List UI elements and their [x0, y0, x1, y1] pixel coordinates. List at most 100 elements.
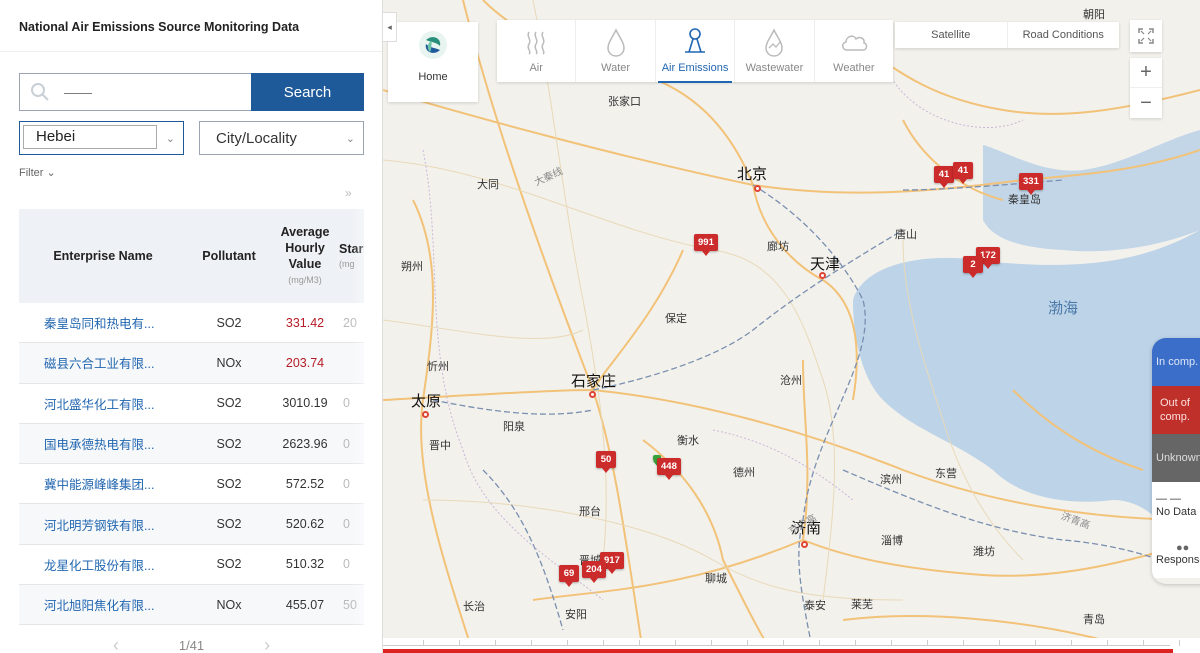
header-average-hourly-value[interactable]: Average Hourly Value (mg/M3) — [271, 224, 339, 288]
next-page-button[interactable]: › — [264, 635, 270, 653]
search-button[interactable]: Search — [251, 73, 364, 111]
enterprise-name-link[interactable]: 国电承德热电有限... — [19, 434, 187, 453]
table-row[interactable]: 磁县六合工业有限... NOx 203.74 — [19, 343, 364, 384]
timeline-tick — [567, 640, 568, 646]
timeline-tick — [423, 640, 424, 646]
compliance-legend: In comp. Out of comp. Unknown — — No Dat… — [1152, 338, 1200, 584]
search-input[interactable] — [64, 84, 234, 100]
enterprise-name-link[interactable]: 河北明芳钢铁有限... — [19, 515, 187, 534]
standard-cell: 0 — [343, 476, 350, 491]
table-row[interactable]: 河北旭阳焦化有限... NOx 455.07 50 — [19, 585, 364, 626]
map-city-label: 保定 — [665, 313, 687, 325]
emission-marker[interactable]: 448 — [657, 458, 681, 480]
map-city-label: 大同 — [477, 179, 499, 191]
table-row[interactable]: 龙星化工股份有限... SO2 510.32 0 — [19, 545, 364, 586]
emission-marker[interactable]: 991 — [694, 234, 718, 256]
timeline-tick — [639, 640, 640, 646]
table-row[interactable]: 河北盛华化工有限... SO2 3010.19 0 — [19, 384, 364, 424]
satellite-button[interactable]: Satellite — [895, 22, 1008, 48]
pollutant-cell: SO2 — [216, 517, 242, 532]
search-field[interactable] — [19, 73, 251, 111]
table-row[interactable]: 秦皇岛同和热电有... SO2 331.42 20 — [19, 303, 364, 344]
tab-weather-label: Weather — [833, 62, 875, 74]
timeline-bar[interactable] — [383, 638, 1200, 653]
enterprise-name-link[interactable]: 秦皇岛同和热电有... — [19, 313, 187, 332]
timeline-progress — [383, 649, 1173, 653]
timeline-tick — [1179, 640, 1180, 646]
header-avg-line3: Value — [288, 257, 322, 271]
zoom-out-button[interactable]: − — [1130, 88, 1162, 118]
chevron-down-icon: ⌄ — [46, 167, 56, 179]
pollutant-cell: SO2 — [216, 315, 242, 330]
emission-marker[interactable]: 69 — [559, 565, 579, 587]
air-icon — [527, 31, 545, 55]
legend-no-data[interactable]: — — No Data — [1152, 482, 1200, 530]
map-city-label: 张家口 — [608, 96, 641, 108]
header-avg-line1: Average — [280, 225, 330, 239]
legend-unknown[interactable]: Unknown — [1152, 434, 1200, 482]
timeline-tick — [783, 640, 784, 646]
legend-in-compliance[interactable]: In comp. — [1152, 338, 1200, 386]
tab-air-emissions[interactable]: Air Emissions — [656, 20, 736, 83]
table-row[interactable]: 国电承德热电有限... SO2 2623.96 0 — [19, 423, 364, 465]
filter-toggle[interactable]: Filter ⌄ — [19, 166, 56, 179]
tab-air[interactable]: Air — [497, 20, 577, 82]
table-row[interactable]: 冀中能源峰峰集团... SO2 572.52 0 — [19, 464, 364, 505]
province-select[interactable]: Hebei ⌄ — [19, 121, 184, 155]
home-button[interactable]: Home — [388, 22, 478, 102]
map-city-label: 泰安 — [804, 600, 826, 612]
map-city-label: 阳泉 — [503, 421, 525, 433]
collapse-panel-button[interactable]: ◂ — [383, 12, 397, 42]
road-conditions-button[interactable]: Road Conditions — [1008, 22, 1120, 48]
legend-out-of-compliance[interactable]: Out of comp. — [1152, 386, 1200, 434]
header-pollutant[interactable]: Pollutant — [187, 249, 271, 263]
response-button[interactable]: ●● Response — [1152, 530, 1200, 578]
tab-water[interactable]: Water — [576, 20, 656, 82]
standard-cell: 20 — [343, 315, 357, 330]
map-background — [383, 0, 1200, 653]
enterprise-name-link[interactable]: 龙星化工股份有限... — [19, 555, 187, 574]
header-standard[interactable]: Star (mg — [339, 242, 364, 270]
scroll-columns-button[interactable]: » — [345, 186, 352, 200]
enterprise-name-link[interactable]: 冀中能源峰峰集团... — [19, 474, 187, 493]
city-select[interactable]: City/Locality ⌄ — [199, 121, 364, 155]
city-marker-dot — [819, 272, 826, 279]
map-city-label: 东营 — [935, 468, 957, 480]
emission-marker[interactable]: 50 — [596, 451, 616, 473]
emission-marker[interactable]: 2 — [963, 256, 983, 278]
enterprise-name-link[interactable]: 河北旭阳焦化有限... — [19, 595, 187, 614]
header-enterprise-name[interactable]: Enterprise Name — [19, 249, 187, 263]
map-view[interactable]: 朝阳 张家口 北京 大同 秦皇岛 廊坊 唐山 天津 朔州 保定 渤海 忻州 石家庄 沧州 太原 阳泉 晋中 衡水德… — [383, 0, 1200, 653]
map-city-label: 渤海 — [1048, 300, 1079, 317]
timeline-tick — [963, 640, 964, 646]
map-city-label: 北京 — [737, 166, 768, 183]
emission-marker[interactable]: 41 — [934, 166, 954, 188]
legend-out-label: Out of comp. — [1156, 396, 1190, 424]
pollutant-cell: NOx — [216, 597, 242, 612]
tab-weather[interactable]: Weather — [815, 20, 893, 82]
wastewater-icon — [765, 28, 784, 57]
average-value-cell: 455.07 — [285, 597, 325, 612]
enterprise-name-link[interactable]: 磁县六合工业有限... — [19, 353, 187, 372]
tab-wastewater[interactable]: Wastewater — [735, 20, 815, 82]
map-city-label: 邢台 — [579, 506, 601, 518]
emission-marker[interactable]: 204 — [582, 561, 606, 583]
prev-page-button[interactable]: ‹ — [113, 635, 119, 653]
zoom-in-button[interactable]: + — [1130, 58, 1162, 88]
enterprise-name-link[interactable]: 河北盛华化工有限... — [19, 394, 187, 413]
map-city-label: 太原 — [411, 393, 442, 410]
fullscreen-icon — [1138, 28, 1154, 44]
table-row[interactable]: 河北明芳钢铁有限... SO2 520.62 0 — [19, 504, 364, 545]
map-city-label: 秦皇岛 — [1008, 194, 1041, 206]
fullscreen-button[interactable] — [1130, 20, 1162, 52]
cloud-icon — [841, 35, 868, 51]
filter-label: Filter — [19, 167, 44, 179]
timeline-tick — [855, 640, 856, 646]
map-city-label: 沧州 — [780, 375, 802, 387]
pollutant-cell: NOx — [216, 355, 242, 370]
timeline-ticks — [383, 638, 1180, 646]
emission-marker[interactable]: 41 — [953, 162, 973, 184]
city-select-value: City/Locality — [216, 130, 297, 147]
emission-marker[interactable]: 331 — [1019, 173, 1043, 195]
map-city-label: 青岛 — [1083, 614, 1105, 626]
